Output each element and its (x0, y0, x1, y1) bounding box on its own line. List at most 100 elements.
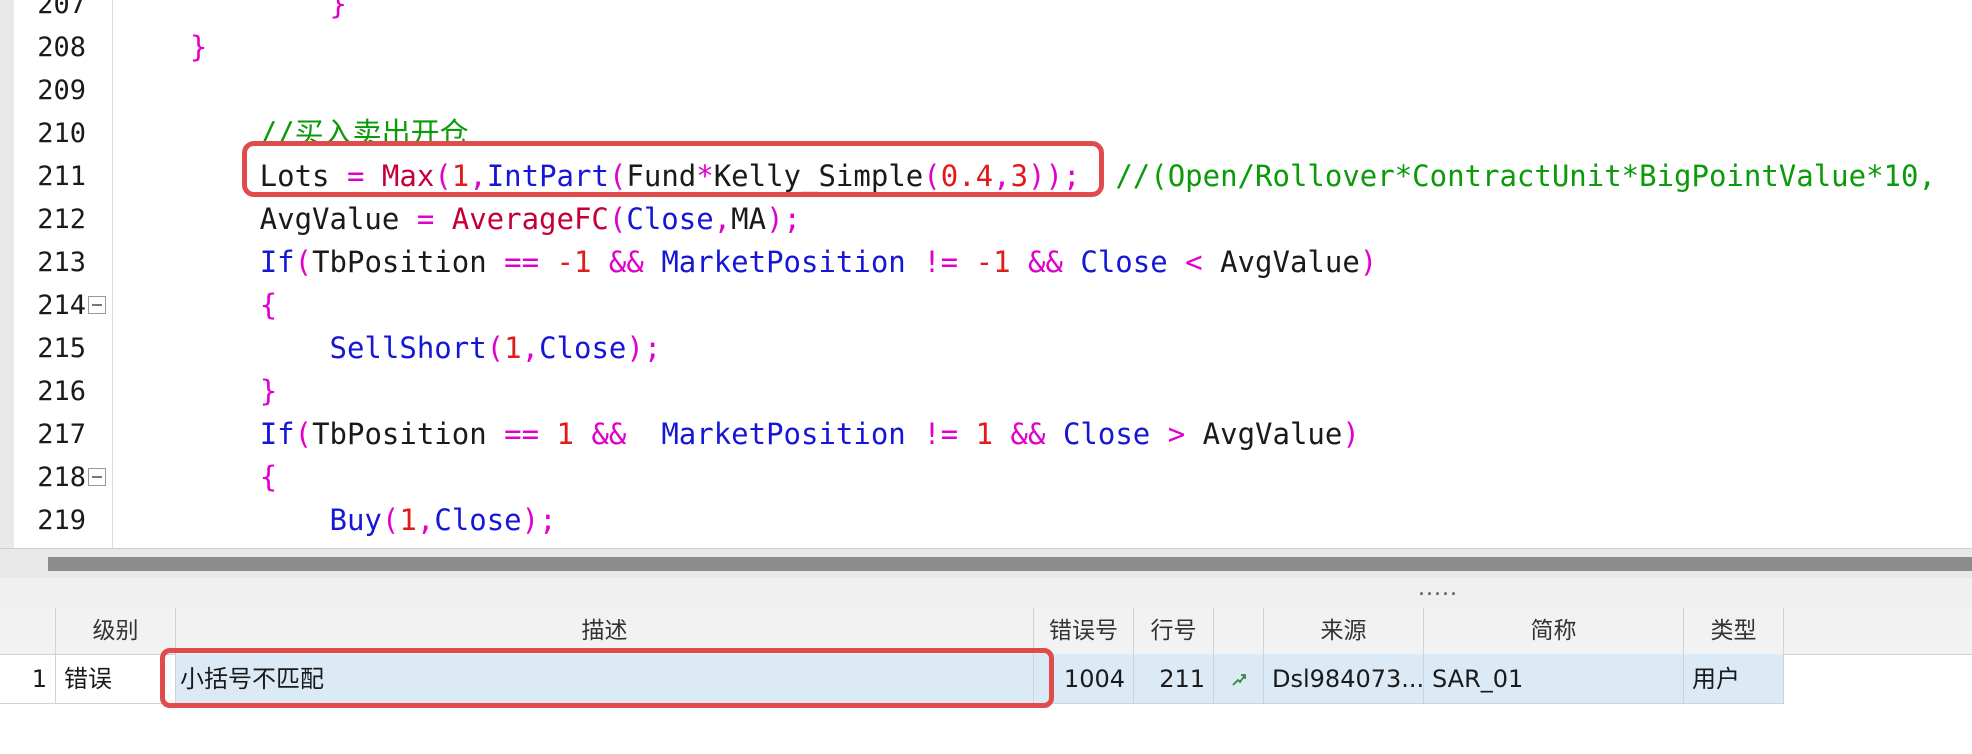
code-token: } (329, 0, 347, 21)
code-token: ( (486, 331, 505, 365)
error-short-name: SAR_01 (1424, 654, 1684, 704)
goto-line-cell[interactable] (1214, 654, 1264, 704)
line-number: 212 (37, 204, 86, 235)
col-header-level[interactable]: 级别 (56, 608, 176, 654)
code-token: MarketPosition (661, 245, 906, 279)
code-token: MA (731, 202, 767, 236)
code-token: != (923, 245, 959, 279)
code-line[interactable]: 208 } (0, 26, 1972, 69)
error-line: 211 (1134, 654, 1214, 704)
code-token: , (521, 331, 540, 365)
col-header-error-code[interactable]: 错误号 (1034, 608, 1134, 654)
code-token: == (504, 245, 540, 279)
code-token: Close (626, 202, 714, 236)
code-token: If (259, 245, 295, 279)
code-line[interactable]: 215 SellShort(1,Close); (0, 327, 1972, 370)
code-text[interactable]: AvgValue = AverageFC(Close,MA); (120, 198, 801, 241)
col-header-index[interactable] (0, 608, 56, 654)
col-header-type[interactable]: 类型 (1684, 608, 1784, 654)
line-number: 209 (37, 75, 86, 106)
code-text[interactable]: If(TbPosition == 1 && MarketPosition != … (120, 413, 1360, 456)
highlight-box-error-description (160, 648, 1054, 708)
code-token: ) (1359, 245, 1378, 279)
error-level: 错误 (56, 654, 176, 704)
code-line[interactable]: 214 { (0, 284, 1972, 327)
code-line[interactable]: 218 { (0, 456, 1972, 499)
code-token: AvgValue (1202, 245, 1360, 279)
fold-toggle-icon[interactable] (88, 296, 106, 314)
code-token: } (259, 374, 278, 408)
line-number: 216 (37, 376, 86, 407)
scrollbar-thumb[interactable] (48, 557, 1972, 571)
code-text[interactable]: { (120, 456, 277, 499)
code-token: If (259, 417, 295, 451)
horizontal-scrollbar[interactable] (0, 548, 1972, 579)
code-text[interactable]: } (120, 370, 277, 413)
col-header-short-name[interactable]: 简称 (1424, 608, 1684, 654)
code-text[interactable]: } (120, 0, 347, 26)
col-header-source[interactable]: 来源 (1264, 608, 1424, 654)
code-token: TbPosition (312, 245, 505, 279)
code-token: Close (434, 503, 522, 537)
line-number: 213 (37, 247, 86, 278)
code-line[interactable]: 216 } (0, 370, 1972, 413)
code-token: != (923, 417, 959, 451)
code-line[interactable]: 207 } (0, 0, 1972, 26)
code-token: ( (381, 503, 400, 537)
col-header-goto[interactable] (1214, 608, 1264, 654)
code-token: { (259, 460, 278, 494)
code-line[interactable]: 219 Buy(1,Close); (0, 499, 1972, 542)
code-token: ( (294, 245, 313, 279)
code-token: Close (1062, 417, 1151, 451)
code-editor[interactable]: 207 } 208 } 209 210 //买入卖出开仓 211 Lots = Max(… (0, 0, 1972, 548)
code-token: ); (521, 503, 557, 537)
code-line[interactable]: 209 (0, 69, 1972, 112)
code-text[interactable]: SellShort(1,Close); (120, 327, 662, 370)
code-token: } (189, 30, 208, 64)
code-token: ); (766, 202, 801, 236)
code-token: , (713, 202, 732, 236)
code-token: && (591, 417, 627, 451)
code-text[interactable]: If(TbPosition == -1 && MarketPosition !=… (120, 241, 1378, 284)
code-token: //(Open/Rollover*ContractUnit*BigPointVa… (1115, 159, 1936, 193)
code-line[interactable]: 217 If(TbPosition == 1 && MarketPosition… (0, 413, 1972, 456)
code-token: == (504, 417, 540, 451)
code-text[interactable]: { (120, 284, 277, 327)
splitter-grip[interactable]: ..... (1418, 578, 1458, 600)
code-token: && (1010, 417, 1046, 451)
fold-toggle-icon[interactable] (88, 468, 106, 486)
code-token: , (416, 503, 435, 537)
line-number: 211 (37, 161, 86, 192)
code-text[interactable]: } (120, 26, 207, 69)
code-line[interactable]: 213 If(TbPosition == -1 && MarketPositio… (0, 241, 1972, 284)
error-source: Dsl984073... (1264, 654, 1424, 704)
code-token: < (1185, 245, 1203, 279)
error-type: 用户 (1684, 654, 1784, 704)
row-index: 1 (0, 654, 56, 704)
line-number: 217 (37, 419, 86, 450)
code-token: 1 (504, 331, 522, 365)
code-token: && (1028, 245, 1063, 279)
code-token: Buy (329, 503, 382, 537)
panel-splitter[interactable]: ..... (0, 578, 1972, 608)
line-number: 219 (37, 505, 86, 536)
code-text[interactable]: Buy(1,Close); (120, 499, 557, 542)
error-list-panel: 级别 描述 错误号 行号 来源 简称 类型 1 错误 小括号不匹配 1004 2… (0, 608, 1972, 754)
goto-line-icon[interactable] (1231, 672, 1247, 688)
code-line[interactable]: 212 AvgValue = AverageFC(Close,MA); (0, 198, 1972, 241)
code-token: > (1167, 417, 1186, 451)
col-header-line[interactable]: 行号 (1134, 608, 1214, 654)
highlight-box-code-line-211 (242, 141, 1104, 197)
